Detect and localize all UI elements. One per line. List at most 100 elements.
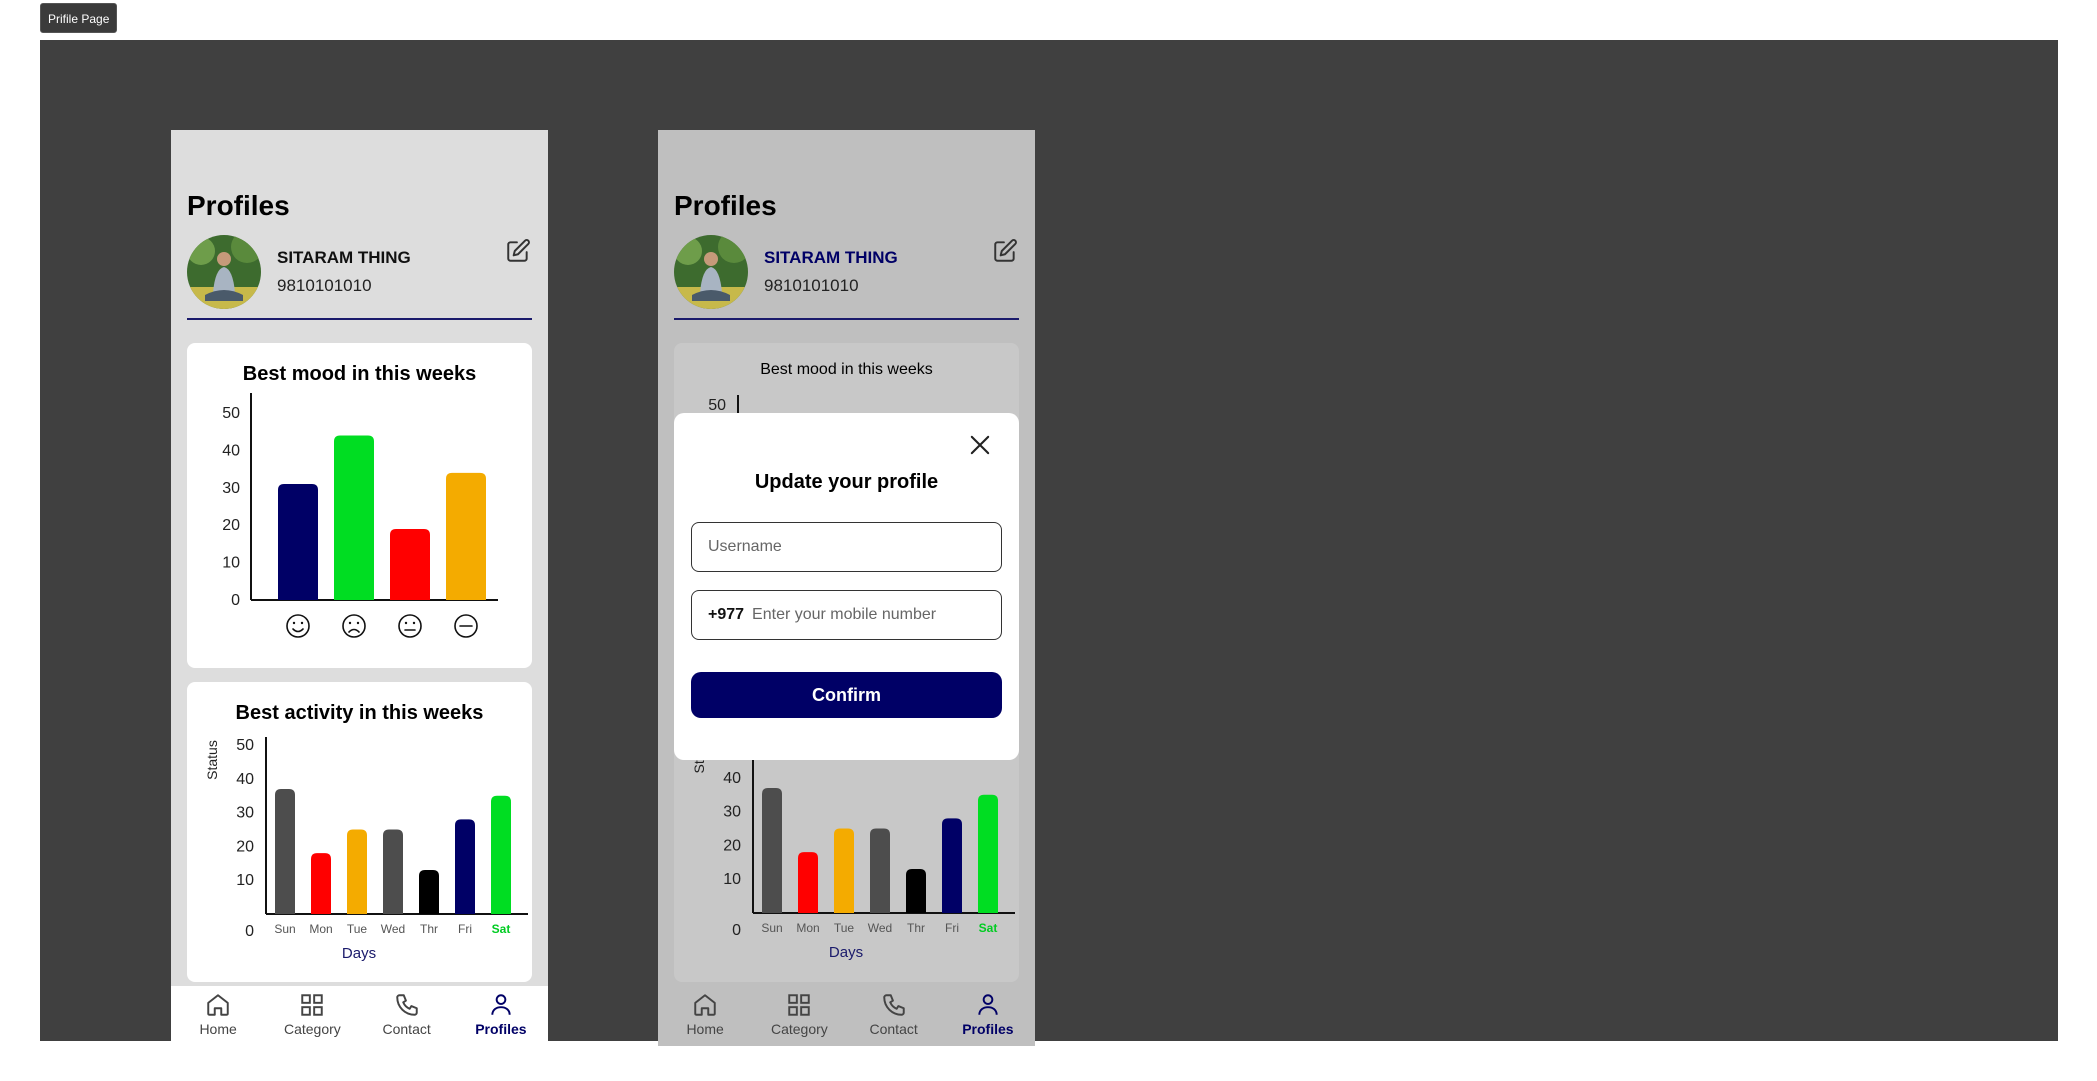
y-tick-label: 30 xyxy=(723,804,741,821)
face-eye xyxy=(348,621,352,625)
update-profile-modal: Update your profile +977 Confirm xyxy=(674,413,1019,760)
phone-icon xyxy=(882,994,905,1016)
y-tick-label: 40 xyxy=(723,770,741,787)
y-tick-label: 40 xyxy=(236,771,254,788)
nav-contact[interactable]: Contact xyxy=(360,986,454,1046)
face-mouth xyxy=(348,628,360,633)
divider xyxy=(187,318,532,320)
face-eye xyxy=(404,621,408,625)
face-eye xyxy=(356,621,360,625)
nav-profiles[interactable]: Profiles xyxy=(941,986,1035,1046)
nav-profiles[interactable]: Profiles xyxy=(454,986,548,1046)
mood-chart: 0 10 20 30 40 50 xyxy=(222,393,498,638)
nav-label: Contact xyxy=(869,1021,918,1037)
y-tick-label: 0 xyxy=(732,922,741,939)
nav-label: Category xyxy=(770,1021,828,1037)
bar xyxy=(390,528,430,600)
nav-contact[interactable]: Contact xyxy=(847,986,941,1046)
bottom-nav: Home Category Contact Profiles xyxy=(171,986,548,1046)
face-eye xyxy=(300,621,304,625)
y-tick-label: 10 xyxy=(723,871,741,888)
bar xyxy=(798,852,818,913)
divider xyxy=(674,318,1019,320)
username-input[interactable] xyxy=(708,538,985,556)
mood-chart-card: Best mood in this weeks 0 10 20 30 40 50 xyxy=(187,343,532,668)
edit-icon[interactable] xyxy=(992,238,1018,264)
x-tick-label: Sun xyxy=(274,922,295,936)
mobile-input[interactable] xyxy=(752,606,985,624)
bar xyxy=(455,819,475,914)
phone-icon xyxy=(395,994,418,1016)
close-icon[interactable] xyxy=(966,431,994,459)
profile-screen: Profiles SITARAM THING 9810101010 Best m… xyxy=(171,130,548,1046)
activity-chart-card: Best activity in this weeks 0 10 20 30 40 50 S… xyxy=(187,682,532,982)
bar xyxy=(762,787,782,913)
y-tick-label: 30 xyxy=(236,805,254,822)
confirm-button[interactable]: Confirm xyxy=(691,672,1002,718)
y-tick-label: 20 xyxy=(222,517,240,534)
bottom-nav: Home Category Contact Profiles xyxy=(658,986,1035,1046)
x-tick-label: Sat xyxy=(979,921,998,935)
y-tick-label: 20 xyxy=(723,837,741,854)
y-tick-label: 30 xyxy=(222,480,240,497)
avatar xyxy=(187,235,261,309)
x-tick-label: Mon xyxy=(309,922,332,936)
user-phone: 9810101010 xyxy=(277,276,372,295)
bar xyxy=(870,828,890,913)
nav-label: Profiles xyxy=(475,1021,527,1037)
y-tick-label: 10 xyxy=(236,872,254,889)
nav-label: Home xyxy=(686,1021,724,1037)
nav-category[interactable]: Category xyxy=(265,986,359,1046)
activity-chart: 0 10 20 30 40 50 Status Sun Mon Tue Wed Thr Fri Sat Da… xyxy=(204,737,528,962)
bar xyxy=(942,818,962,913)
y-tick-label: 40 xyxy=(222,442,240,459)
mobile-field[interactable]: +977 xyxy=(691,590,1002,640)
grid-icon xyxy=(301,994,324,1016)
nav-label: Category xyxy=(283,1021,341,1037)
y-tick-label: 10 xyxy=(222,555,240,572)
face-eye xyxy=(292,621,296,625)
bar xyxy=(278,484,318,600)
x-axis-label: Days xyxy=(342,945,376,962)
design-canvas: Profiles SITARAM THING 9810101010 Best m… xyxy=(40,40,2058,1046)
home-icon xyxy=(694,994,716,1016)
bar xyxy=(334,435,374,600)
neutral-face-icon xyxy=(398,614,422,638)
nav-home[interactable]: Home xyxy=(658,986,752,1046)
user-phone: 9810101010 xyxy=(764,276,859,295)
profile-screen-with-modal: Profiles SITARAM THING 9810101010 Best m… xyxy=(658,130,1035,1046)
nav-label: Contact xyxy=(382,1021,431,1037)
edit-icon[interactable] xyxy=(505,238,531,264)
bar xyxy=(978,794,998,913)
x-tick-label: Thr xyxy=(420,922,438,936)
page-title: Profiles xyxy=(187,190,290,221)
home-icon xyxy=(207,994,229,1016)
happy-face-icon xyxy=(286,614,310,638)
user-name: SITARAM THING xyxy=(277,248,411,267)
country-code: +977 xyxy=(708,606,745,623)
nav-label: Profiles xyxy=(962,1021,1014,1037)
y-tick-label: 20 xyxy=(236,838,254,855)
face-eye xyxy=(412,621,416,625)
username-field[interactable] xyxy=(691,522,1002,572)
y-tick-label: 50 xyxy=(222,405,240,422)
frame-label: Prifile Page xyxy=(40,3,118,33)
nav-category[interactable]: Category xyxy=(752,986,846,1046)
bar xyxy=(275,788,295,914)
x-tick-label: Sat xyxy=(492,922,511,936)
bar xyxy=(906,869,926,913)
user-name: SITARAM THING xyxy=(764,248,898,267)
bar xyxy=(491,795,511,914)
bar xyxy=(383,829,403,914)
grid-icon xyxy=(788,994,811,1016)
avatar xyxy=(674,235,748,309)
bar xyxy=(419,870,439,914)
x-tick-label: Tue xyxy=(834,921,855,935)
nav-home[interactable]: Home xyxy=(171,986,265,1046)
bar xyxy=(347,829,367,914)
y-tick-label: 0 xyxy=(231,592,240,609)
face-mouth xyxy=(292,628,304,633)
x-tick-label: Wed xyxy=(381,922,405,936)
user-icon xyxy=(491,994,511,1015)
x-tick-label: Mon xyxy=(796,921,819,935)
